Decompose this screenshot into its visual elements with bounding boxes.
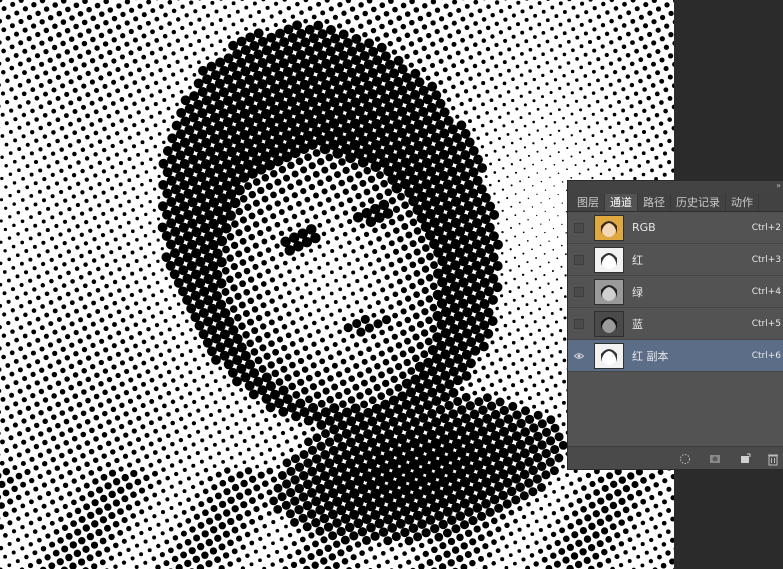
tab-layers[interactable]: 图层	[572, 194, 605, 211]
tab-actions[interactable]: 动作	[726, 194, 759, 211]
channel-name: 蓝	[632, 317, 643, 331]
panel-bottom-toolbar	[568, 446, 783, 469]
eye-icon	[574, 352, 584, 359]
channel-thumbnail	[594, 342, 624, 369]
tab-channels[interactable]: 通道	[605, 194, 638, 211]
channel-row-red[interactable]: 红 Ctrl+3	[568, 244, 783, 276]
channel-thumbnail	[594, 310, 624, 337]
visibility-toggle[interactable]	[574, 318, 584, 329]
channel-row-red-copy[interactable]: 红 副本 Ctrl+6	[568, 340, 783, 372]
channel-name: 红	[632, 253, 643, 267]
visibility-toggle[interactable]	[574, 286, 584, 297]
channel-shortcut: Ctrl+6	[751, 350, 781, 361]
panel-tabbar: 图层 通道 路径 历史记录 动作	[568, 193, 783, 212]
channel-thumbnail	[594, 214, 624, 241]
new-channel-icon[interactable]	[738, 451, 752, 465]
tab-history[interactable]: 历史记录	[671, 194, 726, 211]
channel-thumbnail	[594, 246, 624, 273]
visibility-toggle[interactable]	[574, 254, 584, 265]
panel-header[interactable]: »	[568, 181, 783, 193]
channel-thumbnail	[594, 278, 624, 305]
tab-paths[interactable]: 路径	[638, 194, 671, 211]
collapse-icon[interactable]: »	[776, 181, 781, 191]
channel-shortcut: Ctrl+5	[751, 318, 781, 329]
channel-row-rgb[interactable]: RGB Ctrl+2	[568, 212, 783, 244]
visibility-toggle[interactable]	[574, 351, 584, 361]
channels-panel: » 图层 通道 路径 历史记录 动作 RGB Ctrl+2 红 Ctrl+3 绿…	[567, 180, 783, 470]
save-selection-icon[interactable]	[708, 451, 722, 465]
channel-shortcut: Ctrl+3	[751, 254, 781, 265]
channel-name: RGB	[632, 221, 656, 234]
channel-shortcut: Ctrl+2	[751, 222, 781, 233]
channel-name: 红 副本	[632, 349, 669, 363]
channel-row-blue[interactable]: 蓝 Ctrl+5	[568, 308, 783, 340]
channel-name: 绿	[632, 285, 643, 299]
channel-shortcut: Ctrl+4	[751, 286, 781, 297]
delete-channel-icon[interactable]	[766, 451, 780, 466]
load-selection-icon[interactable]	[678, 451, 692, 465]
visibility-toggle[interactable]	[574, 222, 584, 233]
channel-row-green[interactable]: 绿 Ctrl+4	[568, 276, 783, 308]
